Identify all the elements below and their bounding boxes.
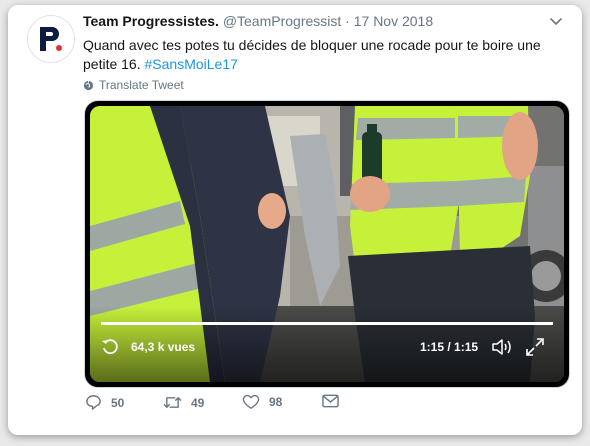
tweet-header: Team Progressistes. @TeamProgressist · 1… xyxy=(83,13,433,29)
tweet-date[interactable]: 17 Nov 2018 xyxy=(354,13,433,29)
user-handle[interactable]: @TeamProgressist xyxy=(223,13,341,29)
video-card[interactable]: 64,3 k vues 1:15 / 1:15 xyxy=(84,100,570,388)
tweet-actions: 50 49 98 xyxy=(85,394,385,416)
hashtag-link[interactable]: #SansMoiLe17 xyxy=(145,56,238,72)
like-button[interactable]: 98 xyxy=(242,394,282,410)
replay-icon[interactable] xyxy=(101,338,119,356)
globe-icon xyxy=(83,80,94,90)
view-count: 64,3 k vues xyxy=(131,340,196,354)
volume-icon[interactable] xyxy=(491,337,513,357)
chevron-down-icon[interactable] xyxy=(549,15,563,29)
retweet-button[interactable]: 49 xyxy=(163,394,204,411)
avatar[interactable] xyxy=(27,15,75,63)
reply-icon xyxy=(86,395,101,410)
retweet-count: 49 xyxy=(191,395,205,410)
tweet-card: Team Progressistes. @TeamProgressist · 1… xyxy=(8,5,582,435)
reply-count: 50 xyxy=(111,395,125,410)
like-icon xyxy=(242,394,260,409)
message-icon xyxy=(322,394,339,408)
video-timecode: 1:15 / 1:15 xyxy=(420,340,479,354)
video-controls: 64,3 k vues 1:15 / 1:15 xyxy=(90,106,564,382)
message-button[interactable] xyxy=(322,394,339,408)
progress-fill xyxy=(101,322,553,325)
tweet-text: Quand avec tes potes tu décides de bloqu… xyxy=(83,36,553,74)
reply-button[interactable]: 50 xyxy=(85,394,124,411)
translate-tweet[interactable]: Translate Tweet xyxy=(83,78,184,92)
translate-label: Translate Tweet xyxy=(99,78,184,92)
like-count: 98 xyxy=(269,395,283,409)
display-name[interactable]: Team Progressistes. xyxy=(83,13,219,29)
separator: · xyxy=(345,13,350,29)
retweet-icon xyxy=(163,397,182,408)
progress-bar[interactable] xyxy=(101,322,553,325)
avatar-logo xyxy=(40,27,62,51)
fullscreen-icon[interactable] xyxy=(525,337,545,357)
video-player[interactable]: 64,3 k vues 1:15 / 1:15 xyxy=(90,106,564,382)
